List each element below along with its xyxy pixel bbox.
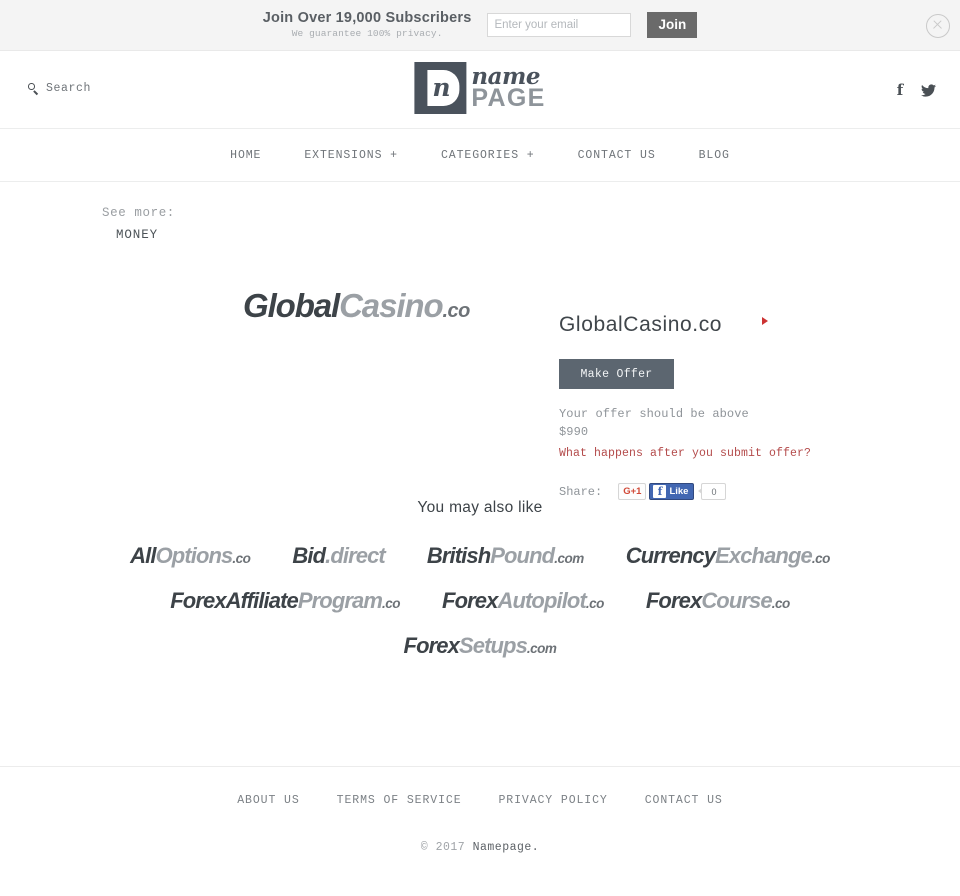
related-part-a: Forex: [442, 588, 498, 614]
related-domain-currencyexchange[interactable]: CurrencyExchange.co: [625, 543, 831, 569]
related-part-b: Pound: [490, 543, 555, 569]
offer-minimum-note: Your offer should be above $990: [559, 407, 749, 439]
email-input[interactable]: [487, 13, 632, 37]
see-more-label: See more:: [102, 206, 175, 220]
related-part-a: ForexAffiliate: [170, 588, 298, 614]
logo-page-text: PAGE: [471, 84, 546, 112]
page-title: GlobalCasino.co: [559, 313, 723, 337]
page-root: Join Over 19,000 Subscribers We guarante…: [0, 0, 960, 896]
footer-link-terms-of-service[interactable]: TERMS OF SERVICE: [337, 794, 462, 807]
related-rows: AllOptions.co Bid.direct BritishPound.co…: [0, 543, 960, 659]
site-logo[interactable]: n name PAGE: [414, 62, 545, 114]
facebook-icon[interactable]: f: [892, 82, 908, 98]
related-part-b: Setups: [458, 633, 528, 659]
subscribe-subtitle: We guarantee 100% privacy.: [291, 27, 443, 39]
google-plus-one-button[interactable]: G+1: [618, 483, 647, 501]
offer-arrow-icon[interactable]: [762, 317, 768, 326]
subscribe-bar: Join Over 19,000 Subscribers We guarante…: [0, 0, 960, 51]
share-row: Share: G+1 f Like 0: [559, 483, 889, 501]
domain-wordmark-tld: .co: [442, 300, 471, 323]
related-domain-forexsetups[interactable]: ForexSetups.com: [404, 633, 557, 659]
related-part-a: Currency: [625, 543, 716, 569]
footer-link-about-us[interactable]: ABOUT US: [237, 794, 299, 807]
related-domain-britishpound[interactable]: BritishPound.com: [427, 543, 584, 569]
search-label: Search: [46, 82, 92, 95]
see-more-category-money[interactable]: MONEY: [102, 226, 158, 244]
site-footer: ABOUT US TERMS OF SERVICE PRIVACY POLICY…: [0, 766, 960, 896]
related-part-b: Program: [297, 588, 383, 614]
related-domain-forexaffiliateprogram[interactable]: ForexAffiliateProgram.co: [170, 588, 400, 614]
search-icon: [28, 83, 39, 94]
related-tld: .co: [585, 596, 605, 612]
related-domains-section: You may also like AllOptions.co Bid.dire…: [0, 495, 960, 659]
related-title: You may also like: [417, 499, 543, 517]
related-part-a: Forex: [403, 633, 460, 659]
footer-nav: ABOUT US TERMS OF SERVICE PRIVACY POLICY…: [0, 794, 960, 807]
subscribe-copy: Join Over 19,000 Subscribers We guarante…: [262, 9, 472, 39]
copyright-brand: Namepage.: [472, 841, 540, 854]
logo-mark-icon: n: [414, 62, 467, 114]
main-nav: HOME EXTENSIONS + CATEGORIES + CONTACT U…: [0, 129, 960, 182]
related-domain-forexautopilot[interactable]: ForexAutopilot.co: [442, 588, 604, 614]
nav-item-blog[interactable]: BLOG: [699, 149, 730, 162]
related-row: ForexSetups.com: [60, 633, 900, 659]
related-part-b: Course: [701, 588, 772, 614]
related-tld: .com: [526, 641, 557, 657]
footer-link-privacy-policy[interactable]: PRIVACY POLICY: [499, 794, 608, 807]
copyright: © 2017 Namepage.: [0, 841, 960, 854]
search-button[interactable]: Search: [28, 82, 91, 95]
join-button[interactable]: Join: [647, 12, 698, 38]
domain-wordmark-part-a: Global: [243, 287, 340, 325]
domain-hero: GlobalCasino.co GlobalCasino.co Make Off…: [0, 245, 960, 501]
related-part-a: Bid: [292, 543, 326, 569]
related-part-a: British: [426, 543, 491, 569]
related-tld: .co: [232, 551, 251, 567]
social-links: f: [892, 82, 936, 98]
related-domain-alloptions[interactable]: AllOptions.co: [130, 543, 251, 569]
nav-item-categories[interactable]: CATEGORIES +: [441, 149, 535, 162]
make-offer-button[interactable]: Make Offer: [559, 359, 674, 390]
facebook-like-button[interactable]: f Like: [649, 483, 695, 501]
related-tld: .co: [382, 596, 401, 612]
logo-mark-letter: n: [432, 73, 451, 102]
related-tld: .co: [811, 551, 831, 567]
related-tld: .co: [771, 596, 791, 612]
related-part-b: Options: [155, 543, 234, 569]
related-part-b: Autopilot: [497, 588, 586, 614]
facebook-like-icon: f: [653, 485, 667, 499]
domain-wordmark: GlobalCasino.co: [243, 287, 470, 325]
related-part-b: Exchange: [715, 543, 813, 569]
related-part-b: .direct: [325, 543, 386, 569]
see-more-section: See more: MONEY: [0, 182, 960, 245]
related-row: AllOptions.co Bid.direct BritishPound.co…: [60, 543, 900, 569]
facebook-like-label: Like: [669, 486, 689, 498]
related-domain-bid-direct[interactable]: Bid.direct: [292, 543, 386, 569]
related-tld: .com: [554, 551, 584, 567]
footer-link-contact-us[interactable]: CONTACT US: [645, 794, 723, 807]
offer-panel: GlobalCasino.co Make Offer Your offer sh…: [559, 313, 889, 501]
related-domain-forexcourse[interactable]: ForexCourse.co: [646, 588, 790, 614]
nav-item-extensions[interactable]: EXTENSIONS +: [304, 149, 398, 162]
nav-item-home[interactable]: HOME: [230, 149, 261, 162]
nav-item-contact-us[interactable]: CONTACT US: [578, 149, 656, 162]
copyright-prefix: © 2017: [420, 841, 473, 854]
facebook-glyph: f: [896, 80, 904, 99]
twitter-icon[interactable]: [920, 82, 936, 98]
subscribe-title: Join Over 19,000 Subscribers: [262, 9, 472, 26]
share-label: Share:: [559, 484, 603, 499]
close-icon[interactable]: [926, 14, 950, 38]
facebook-share-count[interactable]: 0: [698, 483, 727, 501]
related-part-a: Forex: [645, 588, 702, 614]
related-part-a: All: [130, 543, 156, 569]
offer-info-link[interactable]: What happens after you submit offer?: [559, 447, 889, 460]
site-header: Search n name PAGE f: [0, 51, 960, 129]
related-row: ForexAffiliateProgram.co ForexAutopilot.…: [60, 588, 900, 614]
share-buttons: G+1 f Like 0: [618, 483, 727, 501]
logo-wordmark: name PAGE: [471, 65, 545, 111]
domain-wordmark-part-b: Casino: [339, 287, 444, 325]
